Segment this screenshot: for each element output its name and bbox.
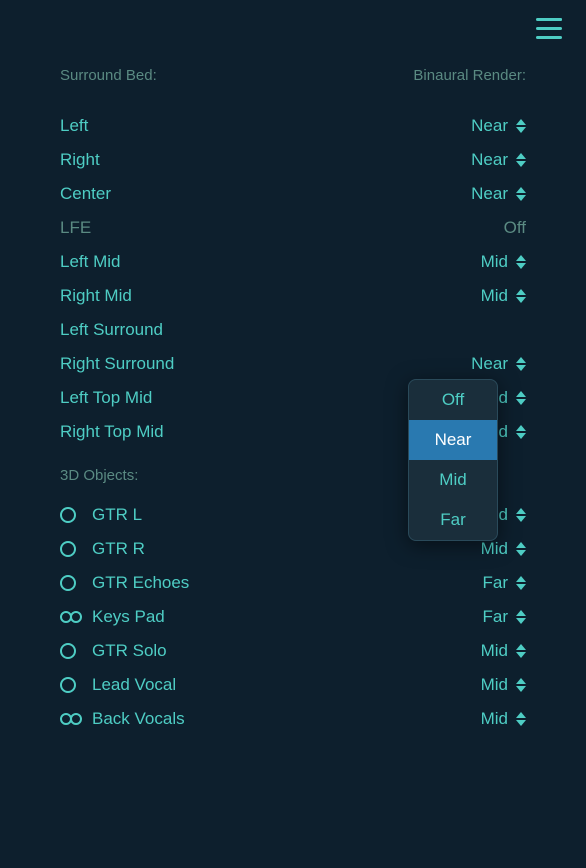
gtr-solo-label: GTR Solo xyxy=(92,641,481,661)
right-surround-render[interactable]: Near xyxy=(471,354,526,374)
right-mid-render[interactable]: Mid xyxy=(481,286,526,306)
left-mid-value: Mid xyxy=(481,252,508,272)
row-right: Right Near xyxy=(60,143,526,177)
center-spinner[interactable] xyxy=(516,185,526,203)
gtr-echoes-label: GTR Echoes xyxy=(92,573,483,593)
lfe-value: Off xyxy=(504,218,526,238)
lead-vocal-spinner[interactable] xyxy=(516,676,526,694)
keys-pad-value: Far xyxy=(483,607,509,627)
right-render[interactable]: Near xyxy=(471,150,526,170)
right-value: Near xyxy=(471,150,508,170)
object-row-gtr-solo: GTR Solo Mid xyxy=(60,634,526,668)
row-lfe: LFE Off xyxy=(60,211,526,245)
right-top-mid-spinner[interactable] xyxy=(516,423,526,441)
back-vocals-value: Mid xyxy=(481,709,508,729)
object-row-back-vocals: Back Vocals Mid xyxy=(60,702,526,736)
right-surround-label: Right Surround xyxy=(60,354,174,374)
back-vocals-value-wrap[interactable]: Mid xyxy=(481,709,526,729)
left-value: Near xyxy=(471,116,508,136)
gtr-echoes-icon xyxy=(60,575,92,591)
left-top-mid-spinner[interactable] xyxy=(516,389,526,407)
gtr-l-icon xyxy=(60,507,92,523)
right-label: Right xyxy=(60,150,100,170)
lead-vocal-value-wrap[interactable]: Mid xyxy=(481,675,526,695)
gtr-solo-icon xyxy=(60,643,92,659)
back-vocals-icon xyxy=(60,713,92,725)
row-left: Left Near xyxy=(60,109,526,143)
lfe-label: LFE xyxy=(60,218,91,238)
center-label: Center xyxy=(60,184,111,204)
gtr-solo-value: Mid xyxy=(481,641,508,661)
gtr-echoes-value-wrap[interactable]: Far xyxy=(483,573,527,593)
right-mid-value: Mid xyxy=(481,286,508,306)
lead-vocal-label: Lead Vocal xyxy=(92,675,481,695)
row-right-surround: Right Surround Near Off Near Mid Far xyxy=(60,347,526,381)
row-right-mid: Right Mid Mid xyxy=(60,279,526,313)
center-render[interactable]: Near xyxy=(471,184,526,204)
object-row-lead-vocal: Lead Vocal Mid xyxy=(60,668,526,702)
left-spinner[interactable] xyxy=(516,117,526,135)
right-surround-spinner[interactable] xyxy=(516,355,526,373)
keys-pad-spinner[interactable] xyxy=(516,608,526,626)
row-left-mid: Left Mid Mid xyxy=(60,245,526,279)
left-mid-label: Left Mid xyxy=(60,252,120,272)
row-center: Center Near xyxy=(60,177,526,211)
lead-vocal-icon xyxy=(60,677,92,693)
lfe-render[interactable]: Off xyxy=(504,218,526,238)
gtr-echoes-spinner[interactable] xyxy=(516,574,526,592)
keys-pad-icon xyxy=(60,611,92,623)
keys-pad-label: Keys Pad xyxy=(92,607,483,627)
left-label: Left xyxy=(60,116,88,136)
menu-icon[interactable] xyxy=(536,18,562,46)
back-vocals-label: Back Vocals xyxy=(92,709,481,729)
gtr-solo-spinner[interactable] xyxy=(516,642,526,660)
left-surround-label: Left Surround xyxy=(60,320,163,340)
gtr-echoes-value: Far xyxy=(483,573,509,593)
surround-bed-label: Surround Bed: xyxy=(60,67,157,84)
binaural-dropdown: Off Near Mid Far xyxy=(408,379,498,541)
dropdown-option-near[interactable]: Near xyxy=(409,420,497,460)
gtr-solo-value-wrap[interactable]: Mid xyxy=(481,641,526,661)
gtr-r-value: Mid xyxy=(481,539,508,559)
header xyxy=(0,0,586,56)
dropdown-option-off[interactable]: Off xyxy=(409,380,497,420)
lead-vocal-value: Mid xyxy=(481,675,508,695)
gtr-r-label: GTR R xyxy=(92,539,481,559)
right-surround-value: Near xyxy=(471,354,508,374)
back-vocals-spinner[interactable] xyxy=(516,710,526,728)
right-mid-label: Right Mid xyxy=(60,286,132,306)
gtr-r-value-wrap[interactable]: Mid xyxy=(481,539,526,559)
dropdown-option-mid[interactable]: Mid xyxy=(409,460,497,500)
left-top-mid-label: Left Top Mid xyxy=(60,388,152,408)
gtr-r-spinner[interactable] xyxy=(516,540,526,558)
gtr-l-spinner[interactable] xyxy=(516,506,526,524)
row-left-surround: Left Surround Near xyxy=(60,313,526,347)
dropdown-option-far[interactable]: Far xyxy=(409,500,497,540)
right-top-mid-label: Right Top Mid xyxy=(60,422,164,442)
right-mid-spinner[interactable] xyxy=(516,287,526,305)
keys-pad-value-wrap[interactable]: Far xyxy=(483,607,527,627)
binaural-render-label: Binaural Render: xyxy=(413,67,526,84)
gtr-r-icon xyxy=(60,541,92,557)
center-value: Near xyxy=(471,184,508,204)
left-mid-spinner[interactable] xyxy=(516,253,526,271)
object-row-keys-pad: Keys Pad Far xyxy=(60,600,526,634)
left-render[interactable]: Near xyxy=(471,116,526,136)
right-spinner[interactable] xyxy=(516,151,526,169)
left-mid-render[interactable]: Mid xyxy=(481,252,526,272)
object-row-gtr-echoes: GTR Echoes Far xyxy=(60,566,526,600)
